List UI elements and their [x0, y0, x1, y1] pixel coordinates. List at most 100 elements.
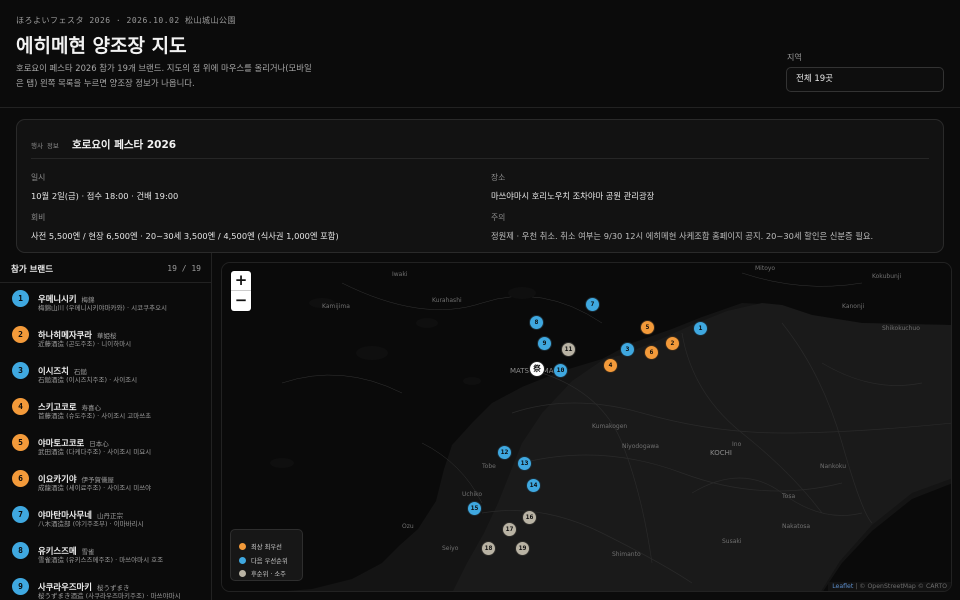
brewery-marker[interactable]: 3	[620, 342, 635, 357]
legend-row: 다음 우선순위	[239, 550, 302, 565]
brand-number-badge: 2	[12, 326, 29, 343]
map-place-label: Shikokuchuo	[882, 325, 920, 332]
field-fee: 회비 사전 5,500엔 / 현장 6,500엔 · 20~30세 3,500엔…	[31, 212, 471, 242]
zoom-in-button[interactable]: +	[231, 271, 251, 291]
brewery-marker[interactable]: 19	[515, 541, 530, 556]
brand-list-item[interactable]: 3 이시즈치 石鎚 石鎚酒造 (이시즈치주조) · 사이조시	[0, 355, 211, 391]
zoom-out-button[interactable]: −	[231, 291, 251, 311]
map-place-label: Kurahashi	[432, 297, 462, 304]
map-place-label: Kamijima	[322, 303, 350, 310]
brand-list-item[interactable]: 1 우메니시키 梅錦 梅錦山川 (우메니시키야마카와) · 시코쿠추오시	[0, 283, 211, 319]
brewery-marker[interactable]: 4	[603, 358, 618, 373]
brand-detail: 梅錦山川 (우메니시키야마카와) · 시코쿠추오시	[38, 304, 168, 312]
brewery-marker[interactable]: 10	[553, 363, 568, 378]
brewery-map[interactable]: Mitoyo Iwaki Kurahashi Kamijima Kokubunji Kan…	[221, 262, 952, 592]
brand-detail: 八木酒造部 (야기주조부) · 이마바리시	[38, 520, 144, 528]
brand-list-item[interactable]: 2 하나히메자쿠라 華姫桜 近藤酒造 (곤도주조) · 니이하마시	[0, 319, 211, 355]
brewery-marker[interactable]: 8	[529, 315, 544, 330]
field-value: 사전 5,500엔 / 현장 6,500엔 · 20~30세 3,500엔 / …	[31, 231, 339, 241]
map-place-label: Kokubunji	[872, 273, 902, 280]
event-eyebrow: ほろよいフェスタ 2026 · 2026.10.02 松山城山公園	[16, 16, 237, 25]
brewery-marker[interactable]: 17	[502, 522, 517, 537]
brewery-marker[interactable]: 6	[644, 345, 659, 360]
brand-detail: 近藤酒造 (곤도주조) · 니이하마시	[38, 340, 132, 348]
legend-row: 최상 최우선	[239, 536, 302, 551]
field-label: 일시	[31, 173, 46, 182]
legend-dot	[239, 543, 246, 550]
event-info-card: 행사 정보 호로요이 페스타 2026 일시 10월 2일(금) · 접수 18…	[16, 119, 944, 253]
brand-number-badge: 7	[12, 506, 29, 523]
region-select[interactable]: 전체 19곳	[786, 67, 944, 92]
map-place-label: Tosa	[782, 493, 796, 500]
field-label: 주의	[491, 213, 506, 222]
brewery-marker[interactable]: 7	[585, 297, 600, 312]
map-legend: 최상 최우선 다음 우선순위후순위 · 소주	[230, 529, 303, 581]
map-place-label: Niyodogawa	[622, 443, 659, 450]
brand-list-item[interactable]: 9 사쿠라우즈마키 桜うずまき 桜うずまき酒造 (사쿠라우즈마키주조) · 마쓰야마시	[0, 571, 211, 600]
brand-sidebar: 참가 브랜드 19 / 19 1 우메니시키 梅錦 梅錦山川 (우메니시키야마카와) …	[0, 253, 212, 600]
brand-list-item[interactable]: 5 야마토고코로 日本心 武田酒造 (다케다주조) · 사이조시 미요시	[0, 427, 211, 463]
map-place-label: Ozu	[402, 523, 414, 530]
event-info-kicker: 행사 정보	[31, 141, 59, 150]
brand-number-badge: 5	[12, 434, 29, 451]
brand-list-item[interactable]: 6 이요카기야 伊予賀儀屋 成龍酒造 (세이료주조) · 사이조시 미쓰야	[0, 463, 211, 499]
brewery-marker[interactable]: 5	[640, 320, 655, 335]
brewery-marker[interactable]: 9	[537, 336, 552, 351]
map-place-label: Uchiko	[462, 491, 483, 498]
map-place-label: Nankoku	[820, 463, 846, 470]
brewery-marker[interactable]: 2	[665, 336, 680, 351]
map-place-label: Seiyo	[442, 545, 459, 552]
brand-list-item[interactable]: 8 유키스즈메 雪雀 雪雀酒造 (유키스즈메주조) · 마쓰야마시 호조	[0, 535, 211, 571]
brewery-marker[interactable]: 12	[497, 445, 512, 460]
brewery-marker[interactable]: 16	[522, 510, 537, 525]
leaflet-link[interactable]: Leaflet	[832, 583, 853, 590]
map-place-label: Nakatosa	[782, 523, 811, 530]
map-attribution: Leaflet | © OpenStreetMap © CARTO	[828, 582, 951, 591]
map-place-label: Susaki	[722, 538, 742, 545]
brand-list-item[interactable]: 7 야마탄마사무네 山丹正宗 八木酒造部 (야기주조부) · 이마바리시	[0, 499, 211, 535]
brand-number-badge: 3	[12, 362, 29, 379]
map-place-label: Kanonji	[842, 303, 865, 310]
brewery-marker[interactable]: 11	[561, 342, 576, 357]
divider	[31, 158, 929, 159]
field-value: 마쓰야마시 호리노우치 조차야마 공원 관리광장	[491, 191, 655, 201]
page-header: ほろよいフェスタ 2026 · 2026.10.02 松山城山公園 에히메현 양…	[0, 0, 960, 108]
brewery-marker[interactable]: 13	[517, 456, 532, 471]
event-info-header: 행사 정보 호로요이 페스타 2026	[31, 134, 176, 153]
brewery-marker[interactable]: 18	[481, 541, 496, 556]
brand-number-badge: 1	[12, 290, 29, 307]
field-label: 회비	[31, 213, 46, 222]
brand-number-badge: 6	[12, 470, 29, 487]
venue-marker[interactable]: 祭	[529, 361, 545, 377]
legend-row: 후순위 · 소주	[239, 563, 302, 578]
brand-sidebar-header: 참가 브랜드 19 / 19	[0, 253, 211, 283]
map-place-label: Shimanto	[612, 551, 641, 558]
brewery-marker[interactable]: 14	[526, 478, 541, 493]
event-info-title: 호로요이 페스타 2026	[71, 139, 177, 151]
brand-sidebar-title: 참가 브랜드	[11, 265, 54, 275]
field-label: 장소	[491, 173, 506, 182]
brand-number-badge: 9	[12, 578, 29, 595]
map-place-label: Kumakogen	[592, 423, 628, 430]
brewery-marker[interactable]: 15	[467, 501, 482, 516]
map-basemap	[222, 263, 951, 591]
map-place-label: Tobe	[482, 463, 496, 470]
field-value: 정원제 · 우천 취소. 취소 여부는 9/30 12시 에히메현 사케조합 홈…	[491, 231, 874, 241]
legend-label: 후순위 · 소주	[251, 571, 286, 578]
page-title: 에히메현 양조장 지도	[16, 35, 187, 57]
brand-list-item[interactable]: 4 스키고코로 寿喜心 首藤酒造 (슈도주조) · 사이조시 고마쓰초	[0, 391, 211, 427]
brand-detail: 武田酒造 (다케다주조) · 사이조시 미요시	[38, 448, 152, 456]
map-place-label: Mitoyo	[755, 265, 776, 272]
map-place-label: Ino	[732, 441, 742, 448]
brand-detail: 桜うずまき酒造 (사쿠라우즈마키주조) · 마쓰야마시	[38, 592, 181, 600]
brand-list: 1 우메니시키 梅錦 梅錦山川 (우메니시키야마카와) · 시코쿠추오시 2 하나히메자쿠…	[0, 283, 211, 600]
legend-dot	[239, 570, 246, 577]
brewery-marker[interactable]: 1	[693, 321, 708, 336]
brand-detail: 石鎚酒造 (이시즈치주조) · 사이조시	[38, 376, 138, 384]
zoom-control: + −	[231, 271, 251, 311]
region-label: 지역	[787, 53, 802, 62]
brand-number-badge: 4	[12, 398, 29, 415]
map-place-label: Iwaki	[392, 271, 408, 278]
field-datetime: 일시 10월 2일(금) · 접수 18:00 · 건배 19:00	[31, 172, 471, 202]
brand-number-badge: 8	[12, 542, 29, 559]
